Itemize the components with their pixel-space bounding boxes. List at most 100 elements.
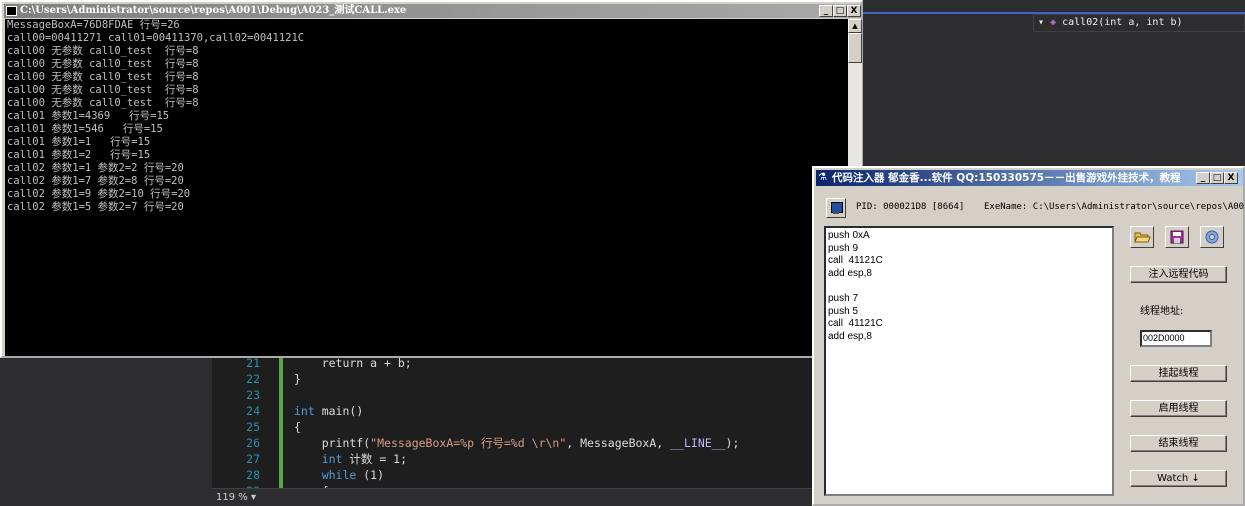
code-token: while	[321, 468, 357, 482]
scroll-up-icon[interactable]: ▲	[848, 19, 862, 33]
code-token: int	[321, 452, 343, 466]
console-line: call02 参数1=7 参数2=8 行号=20	[7, 175, 184, 187]
maximize-button[interactable]: □	[833, 5, 847, 17]
minimize-button[interactable]: _	[1196, 172, 1210, 184]
line-number: 24	[246, 404, 260, 418]
code-editor[interactable]: 21 return a + b; 22} 23 24 int main() 25{26 p…	[212, 355, 812, 506]
maximize-button[interactable]: □	[1210, 172, 1224, 184]
settings-button[interactable]	[1200, 226, 1224, 248]
pid-value: 000021D8 [8664]	[883, 202, 965, 212]
injector-title: 代码注入器 郁金香...软件 QQ:150330575－－出售游戏外挂技术，教程	[816, 170, 1243, 186]
console-line: call02 参数1=1 参数2=2 行号=20	[7, 162, 184, 174]
code-token: 计数 = 1;	[342, 452, 408, 466]
exe-label: ExeName:	[984, 202, 1028, 212]
asm-line	[828, 280, 1110, 293]
console-line: call00 无参数 call0_test 行号=8	[7, 71, 199, 83]
zoom-bar: 119 % ▾	[212, 488, 812, 506]
code-token: int	[294, 404, 315, 418]
console-line: call00 无参数 call0_test 行号=8	[7, 84, 199, 96]
console-line: call01 参数1=2 行号=15	[7, 149, 151, 161]
code-text: int 计数 = 1;	[294, 451, 407, 467]
code-text: }	[294, 371, 301, 387]
suspend-thread-button[interactable]: 挂起线程	[1130, 365, 1227, 382]
editor-line: 26 printf("MessageBoxA=%p 行号=%d \r\n", M…	[212, 435, 812, 451]
code-token: "MessageBoxA=%p 行号=%d \r\n"	[370, 436, 567, 450]
code-token: {	[294, 420, 301, 434]
console-line: call02 参数1=9 参数2=10 行号=20	[7, 188, 191, 200]
code-token: printf(	[294, 436, 371, 450]
thread-address-field[interactable]: 002D0000	[1140, 330, 1212, 347]
scroll-thumb[interactable]	[848, 33, 862, 63]
console-title: C:\Users\Administrator\source\repos\A001…	[4, 4, 861, 18]
desktop: ▾ ◈ call02(int a, int b) 21 return a + b…	[0, 0, 1245, 506]
injector-window-controls: _ □ X	[1196, 172, 1238, 184]
console-line: call02 参数1=5 参数2=7 行号=20	[7, 201, 184, 213]
watch-button[interactable]: Watch ↓	[1130, 470, 1227, 487]
asm-line: add esp,8	[828, 267, 872, 279]
chevron-down-icon[interactable]: ▾	[251, 492, 256, 503]
pid-info: PID: 000021D8 [8664]	[856, 202, 964, 212]
editor-line: 28 while (1)	[212, 467, 812, 483]
editor-line: 27 int 计数 = 1;	[212, 451, 812, 467]
editor-line: 24 int main()	[212, 403, 812, 419]
asm-line: push 9	[828, 242, 859, 254]
open-file-button[interactable]	[1130, 226, 1154, 248]
exe-info: ExeName: C:\Users\Administrator\source\r…	[984, 202, 1245, 212]
code-text: while (1)	[294, 467, 384, 483]
console-line: call00=00411271 call01=00411370,call02=0…	[7, 32, 305, 44]
process-select-icon[interactable]	[826, 198, 846, 218]
line-number: 27	[246, 452, 260, 466]
code-text: {	[294, 419, 301, 435]
zoom-level[interactable]: 119 %	[216, 492, 248, 503]
console-line: call01 参数1=1 行号=15	[7, 136, 151, 148]
editor-line: 22}	[212, 371, 812, 387]
line-number: 22	[246, 372, 260, 386]
close-button[interactable]: X	[1224, 172, 1238, 184]
vs-member-dropdown[interactable]: ▾ ◈ call02(int a, int b)	[1033, 14, 1245, 32]
exe-value: C:\Users\Administrator\source\repos\A001	[1032, 202, 1245, 212]
save-button[interactable]	[1165, 226, 1189, 248]
vs-side-panel	[0, 360, 212, 506]
code-token: );	[725, 436, 740, 450]
code-token: main()	[314, 404, 364, 418]
line-number: 28	[246, 468, 260, 482]
line-number: 25	[246, 420, 260, 434]
close-button[interactable]: X	[847, 5, 861, 17]
asm-line: add esp,8	[828, 330, 872, 342]
console-line: call01 参数1=4369 行号=15	[7, 110, 170, 122]
asm-line: push 5	[828, 305, 859, 317]
console-line: call01 参数1=546 行号=15	[7, 123, 163, 135]
thread-address-label: 线程地址:	[1140, 306, 1184, 317]
vs-member-label: call02(int a, int b)	[1062, 17, 1183, 28]
console-output: MessageBoxA=76D8FDAE 行号=26 call00=0041127…	[5, 19, 848, 356]
method-icon: ◈	[1050, 17, 1057, 28]
asm-line: push 0xA	[828, 230, 870, 241]
code-text: int main()	[294, 403, 363, 419]
editor-line: 25 {	[212, 419, 812, 435]
code-token: return	[294, 356, 371, 370]
console-window: C:\Users\Administrator\source\repos\A001…	[0, 0, 863, 358]
code-text: printf("MessageBoxA=%p 行号=%d \r\n", Mess…	[294, 435, 740, 451]
code-token: + b;	[377, 356, 412, 370]
minimize-button[interactable]: _	[819, 5, 833, 17]
console-window-controls: _ □ X	[819, 5, 861, 17]
line-number: 23	[246, 388, 260, 402]
end-thread-button[interactable]: 结束线程	[1130, 435, 1227, 452]
asm-code-editor[interactable]: push 0xA push 9 call 41121C add esp,8 push 7…	[824, 226, 1114, 496]
inject-code-button[interactable]: 注入远程代码	[1130, 266, 1227, 283]
resume-thread-button[interactable]: 启用线程	[1130, 400, 1227, 417]
asm-line: call 41121C	[828, 255, 883, 267]
app-icon: ⚗	[818, 172, 827, 183]
console-icon	[6, 6, 17, 16]
console-line: call00 无参数 call0_test 行号=8	[7, 45, 199, 57]
injector-window: 代码注入器 郁金香...软件 QQ:150330575－－出售游戏外挂技术，教程…	[812, 166, 1245, 506]
pid-label: PID:	[856, 202, 878, 212]
line-number: 26	[246, 436, 260, 450]
code-token: (1)	[356, 468, 385, 482]
asm-line: push 7	[828, 292, 859, 304]
console-line: call00 无参数 call0_test 行号=8	[7, 58, 199, 70]
chevron-down-icon: ▾	[1038, 17, 1045, 28]
console-line: MessageBoxA=76D8FDAE 行号=26	[7, 19, 180, 31]
